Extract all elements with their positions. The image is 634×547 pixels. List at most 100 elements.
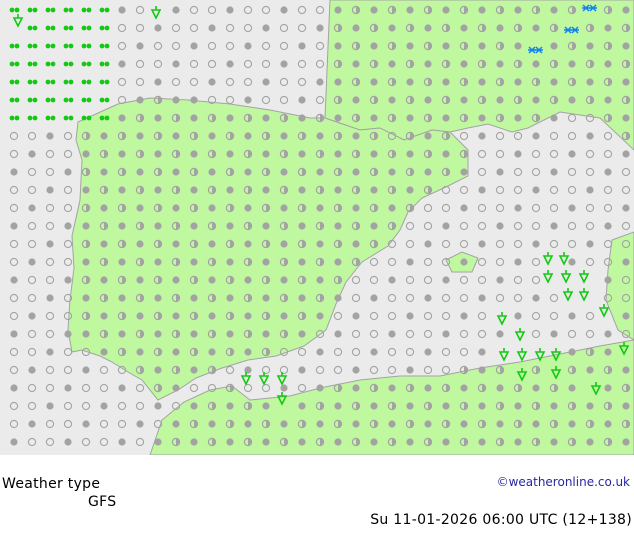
overcast-icon bbox=[280, 60, 288, 68]
overcast-icon bbox=[334, 114, 342, 122]
overcast-icon bbox=[388, 60, 396, 68]
overcast-icon bbox=[514, 312, 522, 320]
credit-link[interactable]: ©weatheronline.co.uk bbox=[497, 475, 630, 489]
overcast-icon bbox=[496, 276, 504, 284]
showers-icon bbox=[68, 79, 74, 85]
overcast-icon bbox=[406, 312, 414, 320]
overcast-icon bbox=[172, 60, 180, 68]
showers-icon bbox=[99, 43, 105, 49]
overcast-icon bbox=[586, 402, 594, 410]
overcast-icon bbox=[100, 204, 108, 212]
overcast-icon bbox=[352, 96, 360, 104]
overcast-icon bbox=[100, 348, 108, 356]
overcast-icon bbox=[622, 150, 630, 158]
showers-icon bbox=[32, 7, 38, 13]
overcast-icon bbox=[208, 78, 216, 86]
showers-icon bbox=[104, 43, 110, 49]
showers-icon bbox=[45, 115, 51, 121]
overcast-icon bbox=[568, 96, 576, 104]
overcast-icon bbox=[46, 186, 54, 194]
overcast-icon bbox=[118, 438, 126, 446]
overcast-icon bbox=[334, 330, 342, 338]
showers-icon bbox=[27, 61, 33, 67]
overcast-icon bbox=[604, 330, 612, 338]
overcast-icon bbox=[118, 60, 126, 68]
overcast-icon bbox=[586, 78, 594, 86]
overcast-icon bbox=[190, 96, 198, 104]
overcast-icon bbox=[370, 114, 378, 122]
overcast-icon bbox=[622, 366, 630, 374]
overcast-icon bbox=[550, 78, 558, 86]
overcast-icon bbox=[406, 186, 414, 194]
overcast-icon bbox=[550, 438, 558, 446]
overcast-icon bbox=[622, 402, 630, 410]
overcast-icon bbox=[64, 438, 72, 446]
overcast-icon bbox=[442, 150, 450, 158]
showers-icon bbox=[63, 61, 69, 67]
overcast-icon bbox=[622, 312, 630, 320]
overcast-icon bbox=[262, 258, 270, 266]
overcast-icon bbox=[28, 150, 36, 158]
overcast-icon bbox=[514, 402, 522, 410]
overcast-icon bbox=[532, 384, 540, 392]
overcast-icon bbox=[244, 42, 252, 50]
overcast-icon bbox=[604, 276, 612, 284]
showers-icon bbox=[68, 115, 74, 121]
overcast-icon bbox=[388, 24, 396, 32]
overcast-icon bbox=[64, 330, 72, 338]
overcast-icon bbox=[298, 330, 306, 338]
showers-icon bbox=[27, 7, 33, 13]
showers-icon bbox=[32, 115, 38, 121]
overcast-icon bbox=[190, 222, 198, 230]
showers-icon bbox=[63, 43, 69, 49]
overcast-icon bbox=[154, 24, 162, 32]
overcast-icon bbox=[208, 312, 216, 320]
overcast-icon bbox=[514, 204, 522, 212]
overcast-icon bbox=[262, 114, 270, 122]
overcast-icon bbox=[118, 294, 126, 302]
overcast-icon bbox=[352, 366, 360, 374]
showers-icon bbox=[45, 79, 51, 85]
overcast-icon bbox=[604, 222, 612, 230]
showers-icon bbox=[50, 43, 56, 49]
overcast-icon bbox=[190, 294, 198, 302]
overcast-icon bbox=[82, 330, 90, 338]
overcast-icon bbox=[460, 24, 468, 32]
overcast-icon bbox=[460, 168, 468, 176]
overcast-icon bbox=[172, 384, 180, 392]
overcast-icon bbox=[262, 294, 270, 302]
overcast-icon bbox=[136, 312, 144, 320]
overcast-icon bbox=[514, 42, 522, 50]
showers-icon bbox=[27, 79, 33, 85]
overcast-icon bbox=[280, 168, 288, 176]
showers-icon bbox=[9, 7, 15, 13]
overcast-icon bbox=[190, 258, 198, 266]
overcast-icon bbox=[10, 168, 18, 176]
overcast-icon bbox=[226, 330, 234, 338]
overcast-icon bbox=[226, 294, 234, 302]
overcast-icon bbox=[10, 330, 18, 338]
showers-icon bbox=[50, 79, 56, 85]
overcast-icon bbox=[64, 384, 72, 392]
overcast-icon bbox=[82, 366, 90, 374]
overcast-icon bbox=[64, 276, 72, 284]
overcast-icon bbox=[478, 438, 486, 446]
overcast-icon bbox=[496, 96, 504, 104]
overcast-icon bbox=[532, 24, 540, 32]
overcast-icon bbox=[262, 330, 270, 338]
showers-icon bbox=[86, 7, 92, 13]
showers-icon bbox=[14, 115, 20, 121]
overcast-icon bbox=[478, 294, 486, 302]
showers-icon bbox=[63, 97, 69, 103]
overcast-icon bbox=[352, 312, 360, 320]
overcast-icon bbox=[532, 420, 540, 428]
overcast-icon bbox=[370, 222, 378, 230]
overcast-icon bbox=[568, 150, 576, 158]
overcast-icon bbox=[154, 222, 162, 230]
overcast-icon bbox=[10, 276, 18, 284]
overcast-icon bbox=[262, 438, 270, 446]
overcast-icon bbox=[190, 330, 198, 338]
showers-icon bbox=[81, 97, 87, 103]
overcast-icon bbox=[262, 78, 270, 86]
showers-icon bbox=[50, 25, 56, 31]
